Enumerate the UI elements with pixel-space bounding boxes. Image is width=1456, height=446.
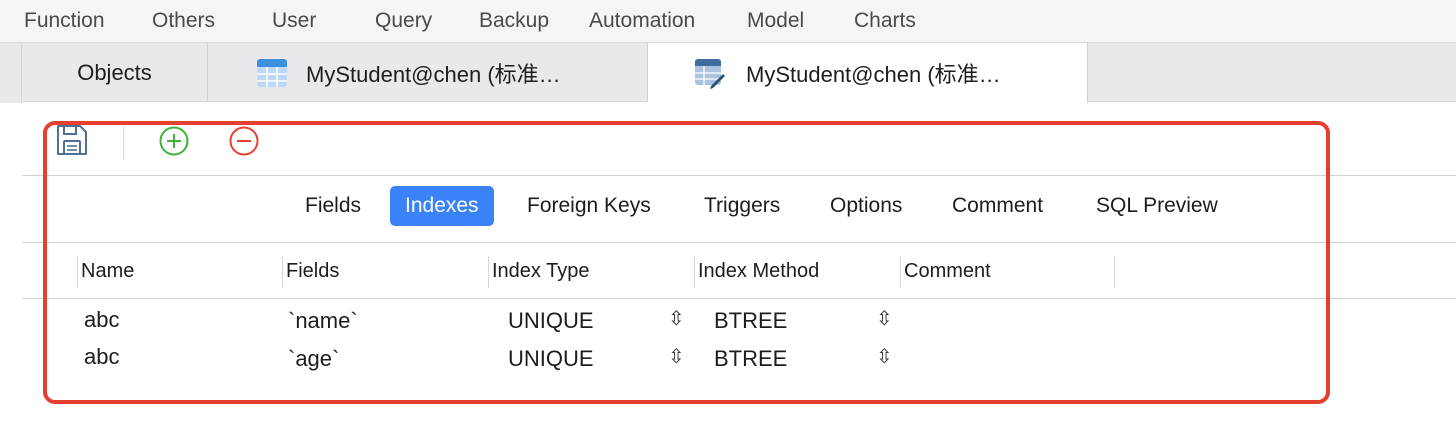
tab-table-label: MyStudent@chen (标准…: [306, 61, 561, 87]
header-divider: [22, 298, 1456, 299]
add-icon: [158, 125, 190, 162]
column-divider[interactable]: [77, 256, 78, 288]
tab-design-label: MyStudent@chen (标准…: [746, 62, 1001, 87]
index-method-select[interactable]: BTREE: [714, 308, 787, 334]
add-index-button[interactable]: [156, 125, 192, 161]
column-divider[interactable]: [282, 256, 283, 288]
table-design-icon: [694, 57, 726, 89]
tab-options[interactable]: Options: [815, 186, 917, 226]
column-header-name[interactable]: Name: [81, 260, 134, 283]
menu-function[interactable]: Function: [24, 9, 105, 33]
table-icon: [256, 57, 288, 89]
menu-bar: Function Others User Query Backup Automa…: [0, 0, 1456, 43]
tab-triggers[interactable]: Triggers: [689, 186, 795, 226]
column-header-fields[interactable]: Fields: [286, 260, 339, 283]
chevron-updown-icon[interactable]: ⇳: [876, 306, 893, 331]
cell-fields[interactable]: `age`: [288, 346, 339, 372]
menu-backup[interactable]: Backup: [479, 9, 549, 33]
tab-table-data[interactable]: MyStudent@chen (标准…: [208, 43, 648, 102]
chevron-updown-icon[interactable]: ⇳: [876, 344, 893, 369]
tab-table-design[interactable]: MyStudent@chen (标准…: [648, 43, 1088, 103]
save-icon: [55, 123, 89, 162]
cell-name[interactable]: abc: [84, 344, 119, 370]
cell-name[interactable]: abc: [84, 307, 119, 333]
segment-divider: [22, 242, 1456, 243]
column-divider[interactable]: [900, 256, 901, 288]
index-method-select[interactable]: BTREE: [714, 346, 787, 372]
annotation-highlight-box: [43, 121, 1330, 404]
tab-objects[interactable]: Objects: [22, 43, 208, 102]
left-gutter: [0, 43, 22, 103]
tab-indexes[interactable]: Indexes: [390, 186, 494, 226]
menu-query[interactable]: Query: [375, 9, 432, 33]
save-button[interactable]: [54, 124, 90, 160]
column-divider[interactable]: [694, 256, 695, 288]
index-type-select[interactable]: UNIQUE: [508, 308, 594, 334]
column-divider[interactable]: [1114, 256, 1115, 288]
column-header-comment[interactable]: Comment: [904, 260, 991, 283]
tab-fields[interactable]: Fields: [290, 186, 376, 226]
chevron-updown-icon[interactable]: ⇳: [668, 344, 685, 369]
tab-objects-label: Objects: [77, 59, 152, 85]
index-type-select[interactable]: UNIQUE: [508, 346, 594, 372]
tab-comment[interactable]: Comment: [937, 186, 1058, 226]
menu-user[interactable]: User: [272, 9, 316, 33]
tab-foreign-keys[interactable]: Foreign Keys: [512, 186, 666, 226]
tab-sql-preview[interactable]: SQL Preview: [1081, 186, 1233, 226]
toolbar-separator: [123, 126, 124, 160]
menu-charts[interactable]: Charts: [854, 9, 916, 33]
menu-automation[interactable]: Automation: [589, 9, 695, 33]
column-header-index-method[interactable]: Index Method: [698, 260, 819, 283]
chevron-updown-icon[interactable]: ⇳: [668, 306, 685, 331]
cell-fields[interactable]: `name`: [288, 308, 358, 334]
menu-model[interactable]: Model: [747, 9, 804, 33]
remove-icon: [228, 125, 260, 162]
column-header-index-type[interactable]: Index Type: [492, 260, 589, 283]
tab-bar: Objects MyStudent@chen (标准… MyStudent@ch…: [22, 43, 1456, 103]
remove-index-button[interactable]: [226, 125, 262, 161]
menu-others[interactable]: Others: [152, 9, 215, 33]
toolbar-divider: [22, 175, 1456, 176]
column-divider[interactable]: [488, 256, 489, 288]
